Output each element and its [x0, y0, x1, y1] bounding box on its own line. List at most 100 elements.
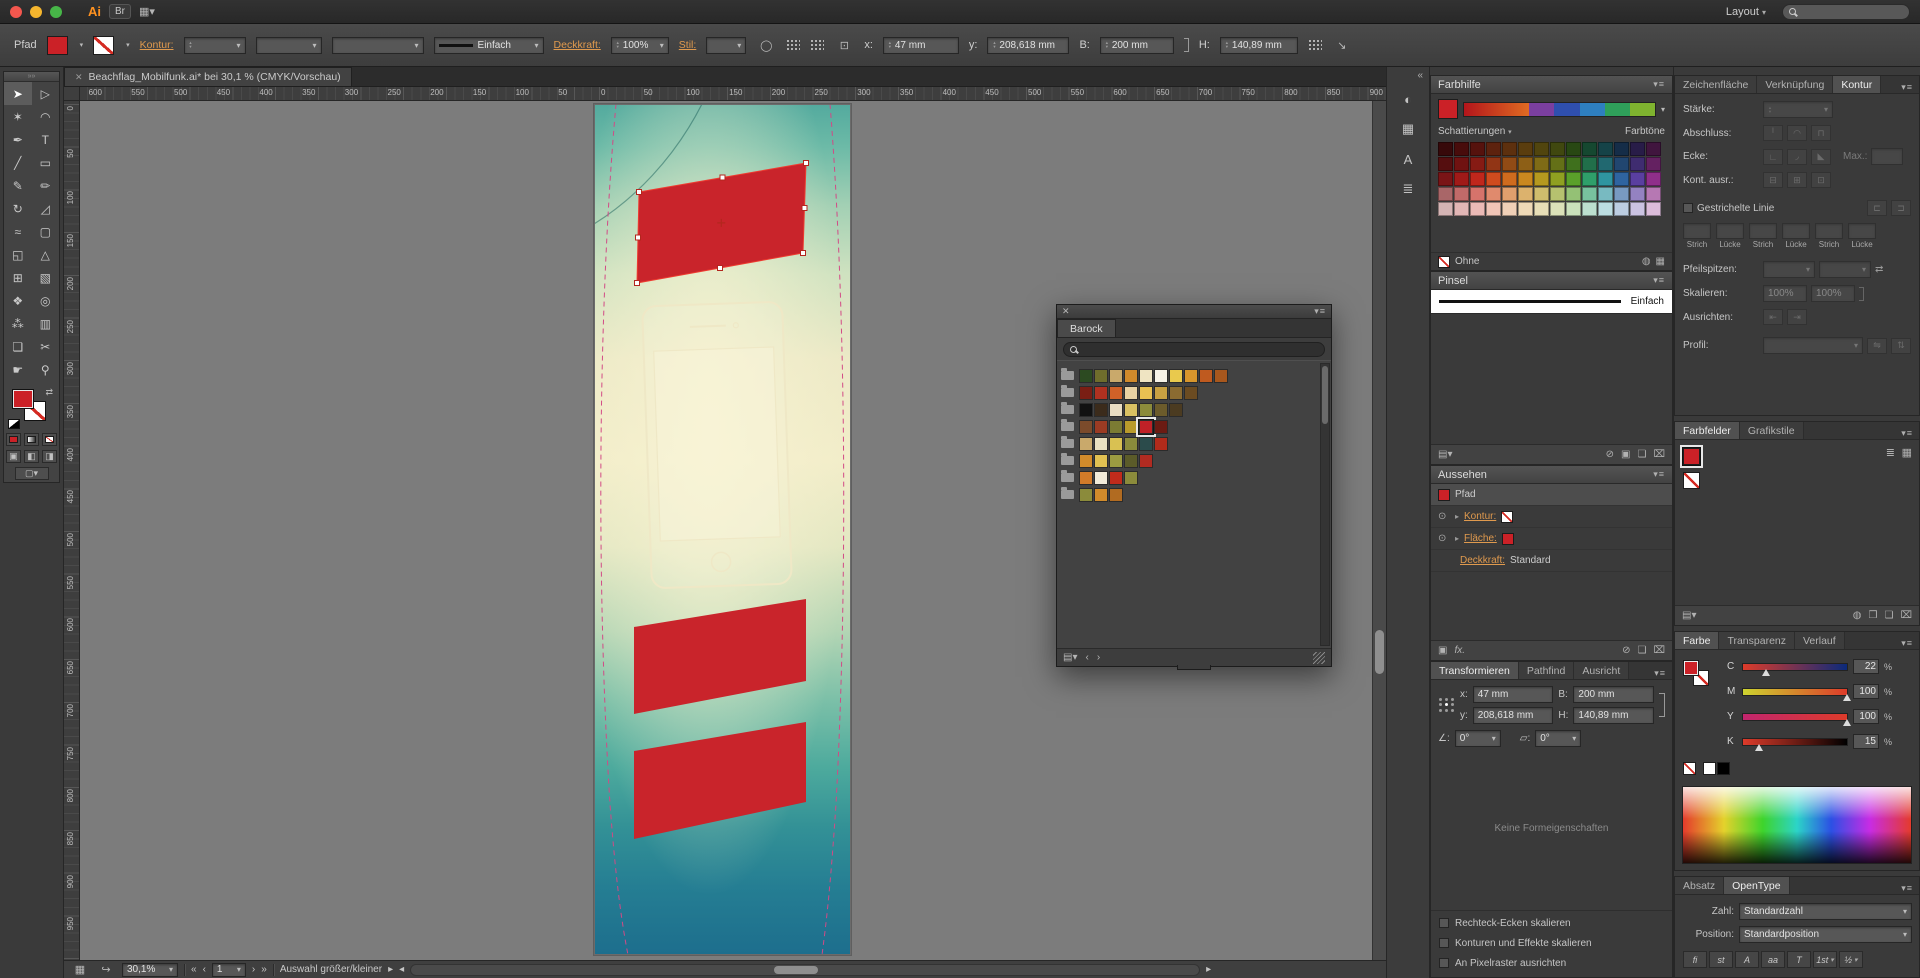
clear-appearance-icon[interactable]: ⊘ [1622, 645, 1630, 656]
opacity-link[interactable]: Deckkraft: [1460, 555, 1505, 566]
base-color-swatch[interactable] [1438, 99, 1458, 119]
round-join-button[interactable]: ◞ [1787, 149, 1807, 165]
opentype-feature-button[interactable]: st [1709, 951, 1733, 968]
minimize-window-button[interactable] [30, 6, 42, 18]
library-swatch[interactable] [1154, 403, 1168, 417]
transform-panel-icon[interactable]: ⊡ [834, 36, 854, 54]
tab-verlauf[interactable]: Verlauf [1795, 632, 1845, 649]
status-icon-1[interactable]: ▦ [70, 963, 90, 977]
library-swatch[interactable] [1124, 454, 1138, 468]
panel-header[interactable]: Farbhilfe▾≡ [1431, 76, 1672, 94]
color-variant-swatch[interactable] [1502, 202, 1517, 216]
library-menu-icon[interactable]: ▤▾ [1063, 652, 1077, 663]
dash-value-field[interactable] [1815, 223, 1843, 239]
library-swatch[interactable] [1094, 420, 1108, 434]
color-variant-swatch[interactable] [1550, 142, 1565, 156]
color-variant-swatch[interactable] [1598, 187, 1613, 201]
zoom-level-combo[interactable]: 30,1% [122, 963, 178, 977]
black-color-icon[interactable] [1717, 762, 1730, 775]
library-swatch[interactable] [1094, 403, 1108, 417]
dash-value-field[interactable] [1749, 223, 1777, 239]
new-color-group-icon[interactable]: ❒ [1869, 610, 1878, 621]
transform-x-field[interactable]: 47 mm [1473, 686, 1554, 703]
library-swatch[interactable] [1169, 403, 1183, 417]
color-variant-swatch[interactable] [1550, 157, 1565, 171]
harmony-rules-icon[interactable]: ▾ [1661, 105, 1665, 114]
library-swatch[interactable] [1214, 369, 1228, 383]
width-profile-combo[interactable] [1763, 337, 1863, 354]
swatch-none[interactable] [1683, 472, 1700, 489]
fill-dropdown-icon[interactable]: ▾ [80, 41, 84, 49]
new-swatch-icon[interactable]: ❏ [1885, 610, 1894, 621]
library-swatch[interactable] [1094, 471, 1108, 485]
color-variant-swatch[interactable] [1550, 187, 1565, 201]
color-variant-swatch[interactable] [1598, 172, 1613, 186]
close-document-icon[interactable]: ✕ [75, 72, 83, 83]
constrain-proportions-icon[interactable] [1184, 38, 1189, 52]
slice-tool[interactable]: ✂ [32, 335, 60, 358]
tab-transformieren[interactable]: Transformieren [1431, 662, 1519, 679]
hand-tool[interactable]: ☛ [4, 358, 32, 381]
panel-menu-icon[interactable]: ▾≡ [1653, 79, 1665, 90]
brush-item[interactable]: Einfach [1431, 290, 1672, 314]
color-variant-swatch[interactable] [1566, 157, 1581, 171]
zoom-tool[interactable]: ⚲ [32, 358, 60, 381]
library-swatch[interactable] [1109, 386, 1123, 400]
selection-tool[interactable]: ➤ [4, 82, 32, 105]
status-icon-2[interactable]: ↪ [96, 963, 116, 977]
save-to-swatches-icon[interactable]: ▦ [1656, 256, 1665, 267]
harmony-color-segment[interactable] [1605, 103, 1630, 116]
direct-selection-tool[interactable]: ▷ [32, 82, 60, 105]
panel-menu-icon[interactable]: ▾≡ [1901, 638, 1919, 649]
slider-thumb[interactable] [1755, 744, 1763, 751]
tab-farbe[interactable]: Farbe [1675, 632, 1719, 649]
panel-menu-icon[interactable]: ▾≡ [1653, 275, 1665, 286]
stroke-color-chip[interactable] [1501, 511, 1513, 523]
tab-farbfelder[interactable]: Farbfelder [1675, 422, 1740, 439]
brush-definition-combo[interactable] [332, 37, 424, 54]
slider-thumb[interactable] [1843, 719, 1851, 726]
visibility-eye-icon[interactable]: ⊙ [1438, 511, 1450, 522]
color-variant-swatch[interactable] [1470, 142, 1485, 156]
resize-grip-icon[interactable] [1313, 652, 1325, 664]
new-stroke-icon[interactable]: ▣ [1438, 645, 1447, 656]
library-swatch[interactable] [1124, 403, 1138, 417]
color-variant-swatch[interactable] [1438, 187, 1453, 201]
library-swatch[interactable] [1094, 437, 1108, 451]
library-swatch[interactable] [1124, 437, 1138, 451]
color-variant-swatch[interactable] [1470, 172, 1485, 186]
shape-builder-tool[interactable]: ◱ [4, 243, 32, 266]
miter-limit-field[interactable] [1871, 148, 1903, 165]
folder-icon[interactable] [1061, 371, 1074, 380]
grid-view-icon[interactable]: ▦ [1902, 446, 1912, 459]
opacity-link[interactable]: Deckkraft: [554, 39, 601, 51]
tab-verknuepfung[interactable]: Verknüpfung [1757, 76, 1833, 93]
arrow-tip-at-end-button[interactable]: ⇥ [1787, 309, 1807, 325]
align-stroke-inside-button[interactable]: ⊞ [1787, 172, 1807, 188]
color-variant-swatch[interactable] [1630, 172, 1645, 186]
color-variant-swatch[interactable] [1582, 202, 1597, 216]
fill-link[interactable]: Fläche: [1464, 533, 1497, 544]
slider-track[interactable] [1742, 663, 1848, 671]
folder-icon[interactable] [1061, 388, 1074, 397]
free-transform-tool[interactable]: ▢ [32, 220, 60, 243]
tab-absatz[interactable]: Absatz [1675, 877, 1724, 894]
none-color-icon[interactable] [1683, 762, 1696, 775]
horizontal-scrollbar[interactable] [410, 964, 1200, 976]
fill-color-swatch[interactable] [47, 36, 68, 55]
search-input[interactable] [1782, 4, 1910, 20]
color-variant-swatch[interactable] [1470, 187, 1485, 201]
library-swatch[interactable] [1079, 403, 1093, 417]
color-variant-swatch[interactable] [1534, 202, 1549, 216]
dash-value-field[interactable] [1848, 223, 1876, 239]
expand-triangle-icon[interactable]: ▸ [1455, 534, 1459, 543]
column-graph-tool[interactable]: ▥ [32, 312, 60, 335]
brush-libraries-icon[interactable]: ▤▾ [1438, 449, 1452, 460]
color-variant-swatch[interactable] [1550, 172, 1565, 186]
color-variant-swatch[interactable] [1502, 172, 1517, 186]
stroke-link[interactable]: Kontur: [140, 39, 174, 51]
status-menu-arrow[interactable]: ▸ [388, 964, 393, 975]
scrollbar-thumb[interactable] [774, 966, 818, 974]
tab-ausrichten[interactable]: Ausricht [1574, 662, 1629, 679]
document-setup-icon[interactable]: ◯ [756, 36, 776, 54]
